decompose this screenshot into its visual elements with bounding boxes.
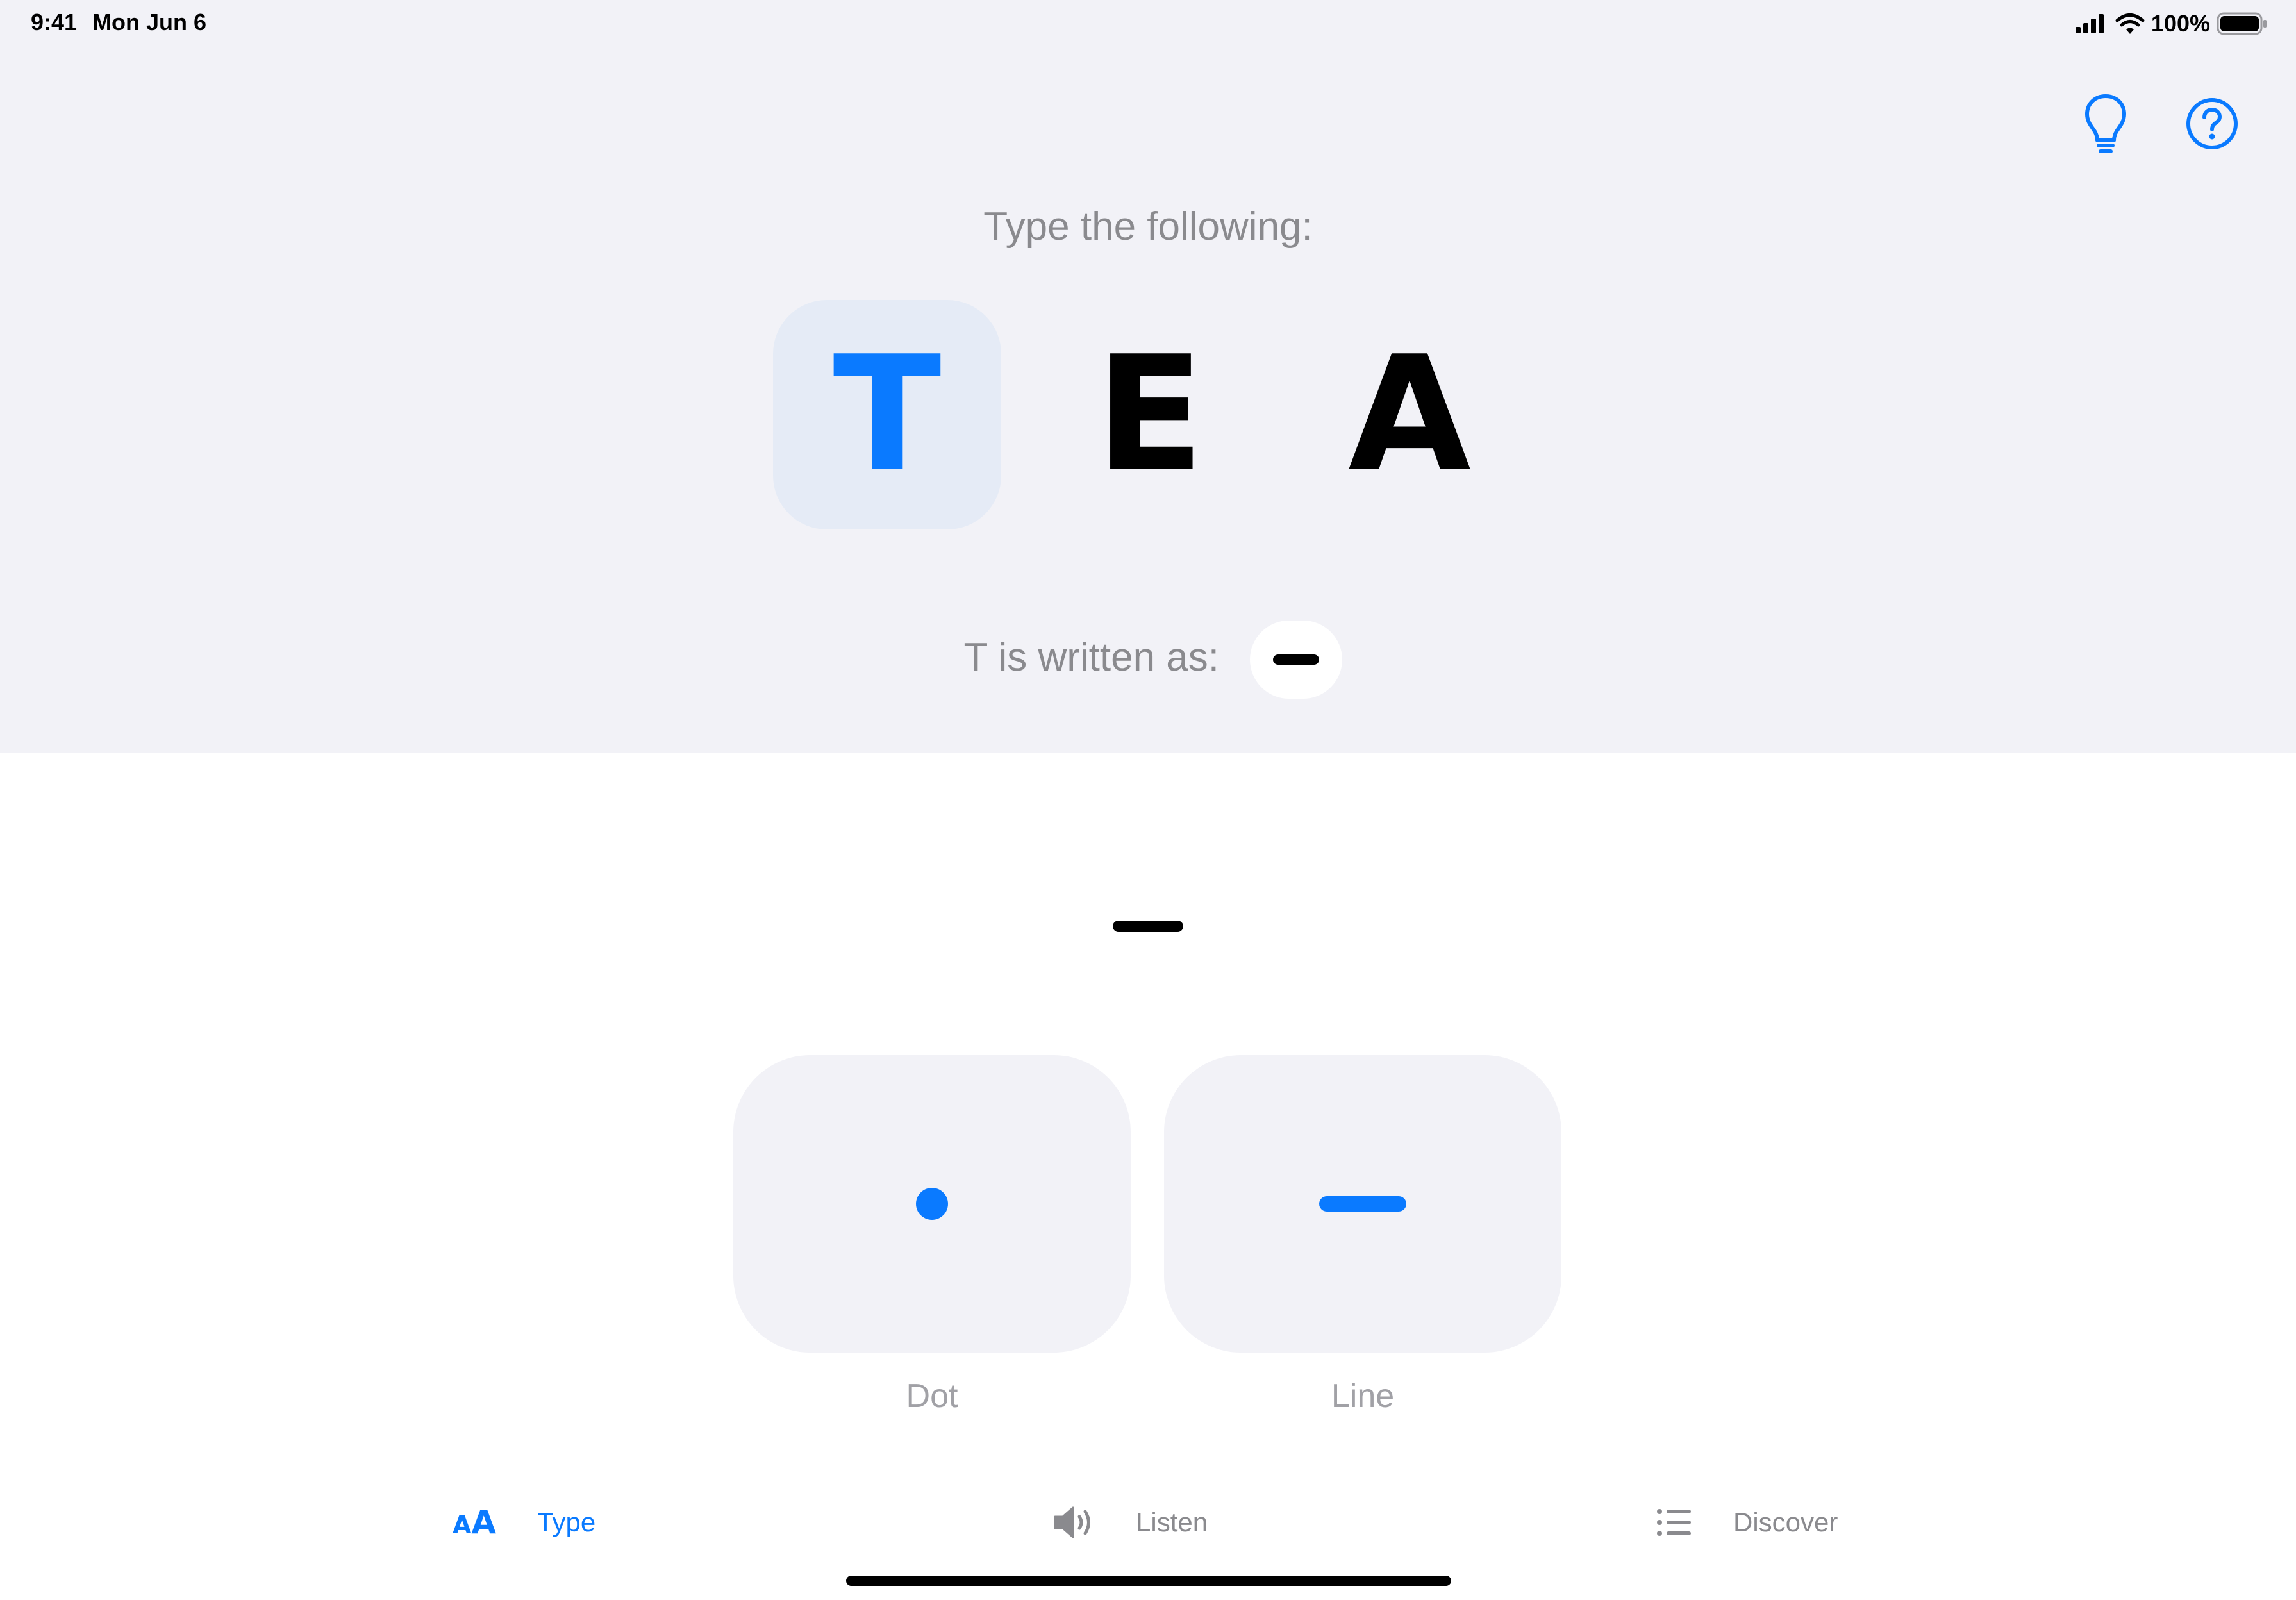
line-icon: [1319, 1196, 1406, 1212]
line-key-button[interactable]: [1164, 1055, 1561, 1353]
tab-type-label: Type: [537, 1507, 596, 1537]
text-size-icon: AA: [453, 1504, 497, 1541]
tab-type[interactable]: AA Type: [453, 1500, 595, 1545]
status-time: 9:41: [31, 9, 78, 35]
dot-key-label: Dot: [906, 1378, 958, 1415]
tab-listen-label: Listen: [1136, 1507, 1208, 1537]
battery-percent: 100%: [2150, 10, 2210, 37]
lesson-header: 9:41 Mon Jun 6 100% Type the following: …: [0, 0, 2296, 753]
wifi-icon: [2115, 13, 2145, 34]
tab-discover-label: Discover: [1733, 1507, 1838, 1537]
question-circle-icon: [2186, 98, 2238, 149]
speaker-icon: [1054, 1506, 1090, 1538]
dot-key-button[interactable]: [733, 1055, 1131, 1353]
typed-input-display: [0, 910, 2296, 942]
list-icon: [1657, 1509, 1691, 1536]
letter-tile-active: T: [773, 300, 1001, 529]
prompt-title: Type the following:: [983, 204, 1313, 249]
status-date: Mon Jun 6: [92, 9, 207, 35]
code-hint-pill: [1250, 621, 1342, 699]
hint-button[interactable]: [2070, 88, 2141, 159]
lightbulb-icon: [2085, 94, 2126, 153]
letter-tile: E: [1095, 322, 1204, 507]
line-symbol: [1273, 654, 1319, 665]
typed-line-symbol: [1113, 921, 1183, 932]
signal-icon: [2075, 14, 2104, 33]
status-indicators: 100%: [2073, 6, 2268, 41]
status-bar: 9:41 Mon Jun 6 100%: [0, 0, 2296, 51]
tab-listen[interactable]: Listen: [1052, 1500, 1208, 1545]
tab-bar: AA Type Listen Discover: [0, 1487, 2296, 1551]
battery-icon: [2217, 12, 2267, 35]
target-word: T E A: [773, 300, 1542, 531]
home-indicator[interactable]: [846, 1576, 1451, 1586]
line-key-label: Line: [1331, 1378, 1395, 1415]
code-hint-label: T is written as:: [963, 635, 1219, 679]
letter-tile: A: [1348, 322, 1471, 507]
tab-discover[interactable]: Discover: [1656, 1500, 1838, 1545]
status-clock: 9:41 Mon Jun 6: [31, 9, 222, 36]
help-button[interactable]: [2177, 88, 2247, 159]
code-hint-row: T is written as:: [0, 621, 2296, 700]
dot-icon: [916, 1188, 948, 1220]
